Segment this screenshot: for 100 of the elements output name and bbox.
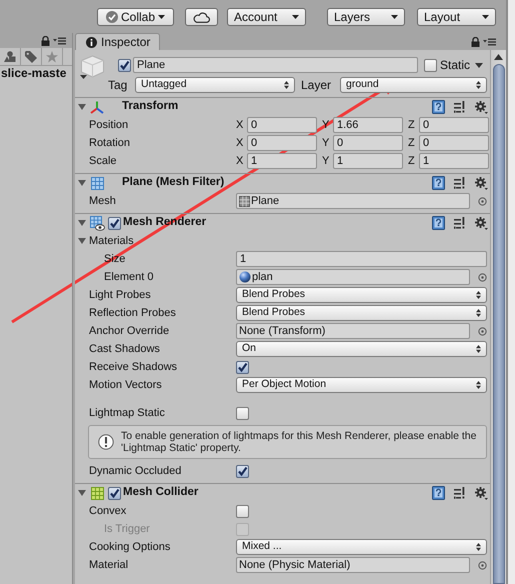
axis-label: X <box>236 136 244 151</box>
caret-icon <box>476 345 481 353</box>
caret-icon <box>284 81 289 89</box>
checkbox[interactable] <box>108 216 121 230</box>
number-field[interactable]: 0 <box>419 117 489 133</box>
tag-dropdown[interactable]: Untagged <box>135 77 295 93</box>
name-field[interactable]: Plane <box>133 57 418 73</box>
object-picker-icon[interactable] <box>478 272 487 282</box>
property-label: Anchor Override <box>89 324 170 337</box>
cube-icon <box>80 55 105 81</box>
dropdown[interactable]: On <box>236 341 487 357</box>
object-field[interactable]: None (Transform) <box>236 323 470 339</box>
number-field[interactable]: 1.66 <box>333 117 403 133</box>
checkbox[interactable] <box>236 360 249 374</box>
caret-icon <box>476 543 481 551</box>
toolbar-dropdown[interactable]: Account <box>227 8 306 26</box>
foldout-triangle-icon[interactable] <box>78 237 86 245</box>
axis-label: Z <box>408 136 416 151</box>
object-field[interactable]: None (Physic Material) <box>236 557 470 573</box>
dropdown-arrow-icon[interactable] <box>475 62 484 68</box>
settings-icon[interactable] <box>475 486 488 500</box>
dropdown[interactable]: Mixed ... <box>236 539 487 555</box>
tag-icon <box>25 50 37 62</box>
caret-icon <box>476 309 481 317</box>
preset-icon[interactable] <box>454 217 466 229</box>
toolbar-dropdown[interactable]: Layers <box>327 8 405 26</box>
lock-icon[interactable] <box>471 36 480 46</box>
property-label: Position <box>89 118 128 131</box>
checkbox[interactable] <box>424 58 437 72</box>
exclamation-icon <box>98 434 114 450</box>
number-field[interactable]: 1 <box>236 251 487 267</box>
scroll-up-arrow-icon[interactable] <box>494 54 503 60</box>
property-label: Scale <box>89 154 117 167</box>
shapes-icon <box>4 51 16 62</box>
caret-icon <box>391 15 398 19</box>
lock-icon[interactable] <box>41 36 50 46</box>
inspector-tab[interactable]: Inspector <box>75 33 160 50</box>
layer-dropdown[interactable]: ground <box>340 77 487 93</box>
object-picker-icon[interactable] <box>478 196 487 206</box>
property-label: Element 0 <box>104 270 154 283</box>
grid-icon <box>239 196 250 206</box>
number-field[interactable]: 1 <box>419 153 489 169</box>
toolbar-dropdown[interactable]: Layout <box>417 8 496 26</box>
menu-icon[interactable] <box>53 36 66 44</box>
help-book-icon[interactable] <box>432 100 445 114</box>
number-field[interactable]: 0 <box>247 135 317 151</box>
star-icon <box>46 50 58 62</box>
help-book-icon[interactable] <box>432 176 445 190</box>
panel-title: slice-maste <box>0 66 68 81</box>
number-field[interactable]: 0 <box>333 135 403 151</box>
foldout-triangle-icon[interactable] <box>78 219 86 227</box>
checkbox[interactable] <box>236 464 249 478</box>
preset-icon[interactable] <box>454 101 466 113</box>
settings-icon[interactable] <box>475 216 488 230</box>
settings-icon[interactable] <box>475 176 488 190</box>
axis-label: X <box>236 118 244 133</box>
checkbox[interactable] <box>108 486 121 500</box>
object-field[interactable]: plan <box>236 269 470 285</box>
scroll-thumb[interactable] <box>492 64 504 584</box>
number-field[interactable]: 0 <box>247 117 317 133</box>
property-label: Material <box>89 558 128 571</box>
preset-icon[interactable] <box>454 177 466 189</box>
scrollbar[interactable] <box>490 50 506 584</box>
help-book-icon[interactable] <box>432 486 445 500</box>
object-picker-icon[interactable] <box>478 326 487 336</box>
foldout-triangle-icon[interactable] <box>78 103 86 111</box>
axis-label: Z <box>408 118 416 133</box>
property-label: Reflection Probes <box>89 306 176 319</box>
number-field[interactable]: 1 <box>333 153 403 169</box>
number-field[interactable]: 1 <box>247 153 317 169</box>
menu-icon[interactable] <box>483 38 496 46</box>
grid-icon <box>90 176 104 190</box>
cloud-button[interactable] <box>185 8 218 26</box>
checkbox[interactable] <box>236 406 249 420</box>
dropdown[interactable]: Blend Probes <box>236 287 487 303</box>
property-label: Receive Shadows <box>89 360 178 373</box>
checkbox[interactable] <box>236 504 249 518</box>
static-label: Static <box>440 57 470 74</box>
object-picker-icon[interactable] <box>478 560 487 570</box>
checkbox[interactable] <box>118 58 131 72</box>
caret-icon <box>292 15 299 19</box>
preset-icon[interactable] <box>454 487 466 499</box>
settings-icon[interactable] <box>475 100 488 114</box>
dropdown[interactable]: Per Object Motion <box>236 377 487 393</box>
foldout-triangle-icon[interactable] <box>78 179 86 187</box>
axis-label: X <box>236 154 244 169</box>
number-field[interactable]: 0 <box>419 135 489 151</box>
dropdown[interactable]: Blend Probes <box>236 305 487 321</box>
property-label: Rotation <box>89 136 130 149</box>
info-icon <box>86 36 97 48</box>
component-title: Plane (Mesh Filter) <box>122 175 224 190</box>
property-label: Light Probes <box>89 288 151 301</box>
collab-button[interactable]: Collab <box>97 8 174 26</box>
property-label: Dynamic Occluded <box>89 464 182 477</box>
property-label: Is Trigger <box>104 522 150 535</box>
help-book-icon[interactable] <box>432 216 445 230</box>
caret-icon <box>482 15 489 19</box>
foldout-label[interactable]: Materials <box>89 232 134 250</box>
object-field[interactable]: Plane <box>236 193 470 209</box>
foldout-triangle-icon[interactable] <box>78 489 86 497</box>
